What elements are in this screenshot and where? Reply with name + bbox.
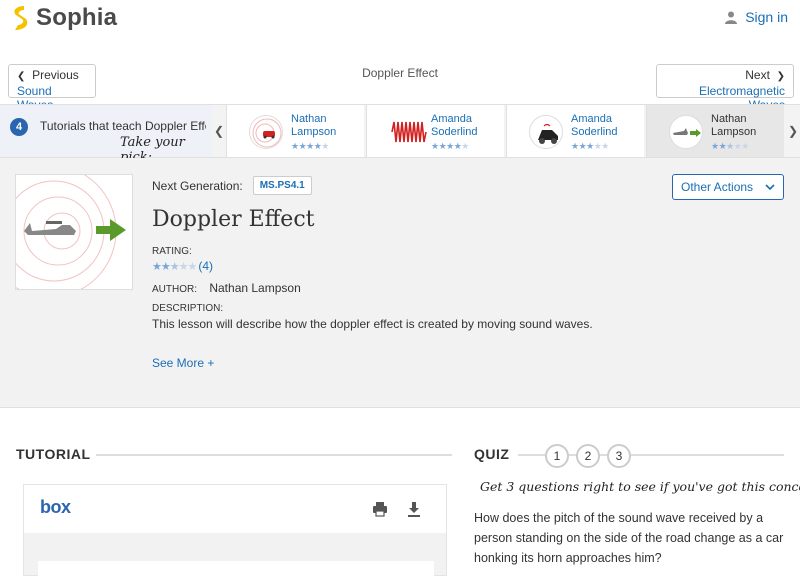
quiz-tagline: Get 3 questions right to see if you've g… (480, 479, 800, 494)
tutorial-card-selected[interactable]: Nathan Lampson ★★★★★ (646, 105, 784, 157)
print-icon[interactable] (372, 501, 388, 517)
tutorial-author: Amanda Soderlind (431, 113, 478, 138)
quiz-question-text: How does the pitch of the sound wave rec… (474, 511, 784, 565)
chevron-right-icon: ❯ (776, 71, 785, 82)
tutorial-thumbnail (391, 115, 427, 149)
see-more-link[interactable]: See More + (152, 356, 214, 370)
tutorial-card[interactable]: Amanda Soderlind ★★★★★ (506, 105, 644, 157)
top-header: Sophia Sign in (0, 0, 800, 36)
other-actions-label: Other Actions (681, 180, 754, 194)
brand-name: Sophia (36, 4, 118, 31)
next-button[interactable]: Next ❯ Electromagnetic Waves (656, 64, 794, 112)
rating-count[interactable]: (4) (198, 259, 213, 273)
tutorials-label: Tutorials that teach Doppler Effect (40, 119, 206, 133)
lesson-panel: Next Generation: MS.PS4.1 Doppler Effect… (0, 158, 800, 408)
quiz-question-3[interactable]: 3 (607, 444, 631, 468)
quiz-question-1[interactable]: 1 (545, 444, 569, 468)
sophia-logo[interactable]: Sophia (10, 4, 117, 32)
tutorial-author: Nathan Lampson (711, 113, 757, 138)
tutorial-author: Amanda Soderlind (571, 113, 618, 138)
next-generation-label: Next Generation: (152, 178, 243, 193)
author-label: AUTHOR: (152, 284, 197, 295)
document-page (38, 561, 434, 576)
star-rating: ★★★★★ (711, 141, 749, 151)
lesson-description: This lesson will describe how the dopple… (152, 317, 593, 331)
standard-badge[interactable]: MS.PS4.1 (252, 176, 312, 195)
tutorial-heading: TUTORIAL (16, 446, 91, 462)
divider (96, 454, 452, 456)
lesson-title: Doppler Effect (152, 207, 315, 232)
sign-in-label: Sign in (745, 9, 788, 25)
other-actions-dropdown[interactable]: Other Actions (672, 174, 784, 200)
sophia-logo-icon (14, 6, 28, 30)
tutorial-thumbnail (529, 115, 563, 149)
star-rating: ★★★★★ (431, 141, 469, 151)
star-rating: ★★★★★ (291, 141, 329, 151)
sign-in-link[interactable]: Sign in (725, 9, 788, 25)
rating-label: RATING: (152, 246, 192, 257)
lesson-nav: ❮ Previous Sound Waves Doppler Effect Ne… (0, 60, 800, 112)
tutorials-strip: 4 Tutorials that teach Doppler Effect Ta… (0, 104, 800, 165)
next-label: Next (745, 68, 770, 82)
tutorial-thumbnail (669, 115, 703, 149)
box-logo: box (40, 497, 71, 517)
quiz-question-2[interactable]: 2 (576, 444, 600, 468)
tutorials-strip-header: 4 Tutorials that teach Doppler Effect Ta… (0, 105, 212, 165)
author-name: Nathan Lampson (209, 281, 301, 295)
viewer-toolbar: box (24, 485, 446, 533)
document-viewer[interactable]: box (23, 484, 447, 576)
chevron-right-icon[interactable]: ❯ (786, 105, 800, 157)
tutorial-author: Nathan Lampson (291, 113, 337, 138)
chevron-left-icon[interactable]: ❮ (212, 105, 226, 157)
tutorial-card[interactable]: Nathan Lampson ★★★★★ (226, 105, 364, 157)
chevron-down-icon (765, 175, 775, 207)
lesson-thumbnail (15, 174, 133, 290)
download-icon[interactable] (406, 501, 422, 517)
lesson-meta: Next Generation: MS.PS4.1 Doppler Effect… (152, 176, 612, 331)
tutorial-count-badge: 4 (10, 118, 28, 136)
user-icon (725, 11, 738, 24)
tutorial-thumbnail (249, 115, 283, 149)
quiz-heading: QUIZ (474, 446, 510, 462)
star-rating: ★★★★★ (571, 141, 609, 151)
description-label: DESCRIPTION: (152, 303, 224, 314)
tutorial-card[interactable]: Amanda Soderlind ★★★★★ (366, 105, 504, 157)
lesson-star-rating[interactable]: ★★★★★ (152, 260, 197, 273)
